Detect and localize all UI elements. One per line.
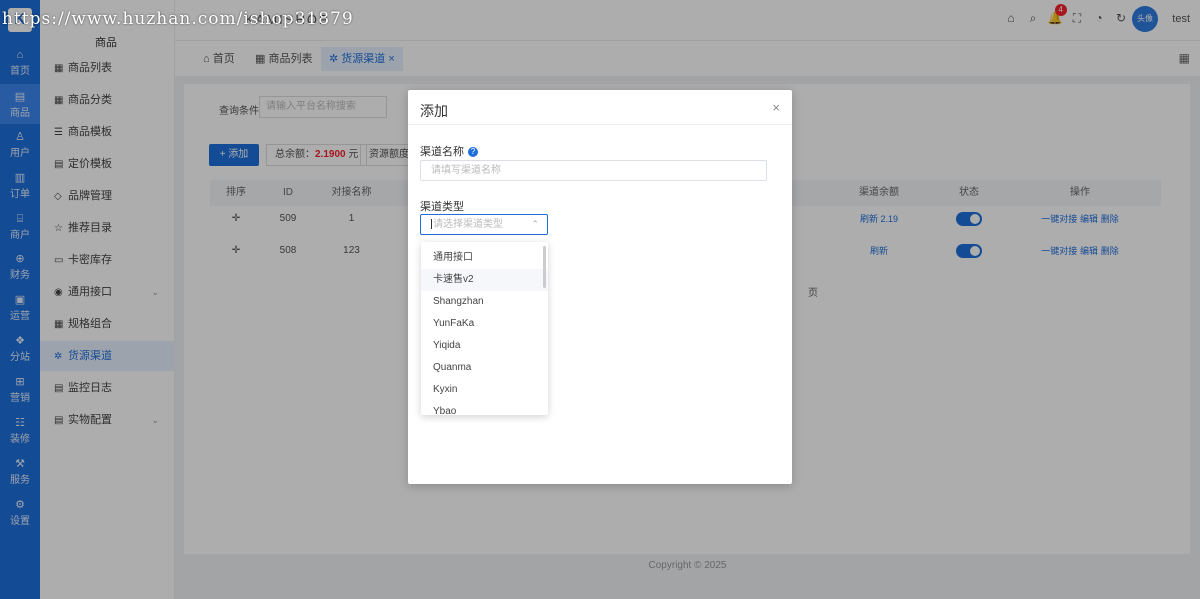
dropdown-option[interactable]: YunFaKa	[421, 313, 548, 335]
dropdown-option[interactable]: 卡速售v2	[421, 269, 548, 291]
channel-type-select[interactable]: 请选择渠道类型 ⌃	[420, 214, 548, 235]
dropdown-option[interactable]: Shangzhan	[421, 291, 548, 313]
dropdown-option[interactable]: Kyxin	[421, 379, 548, 401]
divider	[408, 124, 792, 125]
dropdown-scrollbar[interactable]	[543, 246, 546, 288]
channel-type-label: 渠道类型	[420, 201, 464, 213]
close-icon[interactable]: ×	[772, 100, 780, 115]
channel-name-input[interactable]: 请填写渠道名称	[420, 160, 767, 181]
dropdown-option[interactable]: Ybao	[421, 401, 548, 415]
channel-name-label: 渠道名称?	[420, 143, 478, 159]
channel-type-dropdown: 通用接口 卡速售v2 Shangzhan YunFaKa Yiqida Quan…	[421, 242, 548, 415]
dropdown-option[interactable]: Yiqida	[421, 335, 548, 357]
dropdown-option[interactable]: Quanma	[421, 357, 548, 379]
text-cursor	[431, 219, 432, 230]
watermark-text: https://www.huzhan.com/ishop31879	[2, 9, 354, 29]
dropdown-option[interactable]: 通用接口	[421, 247, 548, 269]
chevron-up-icon: ⌃	[531, 219, 539, 229]
dialog-title: 添加	[420, 103, 448, 119]
help-icon[interactable]: ?	[468, 147, 478, 158]
